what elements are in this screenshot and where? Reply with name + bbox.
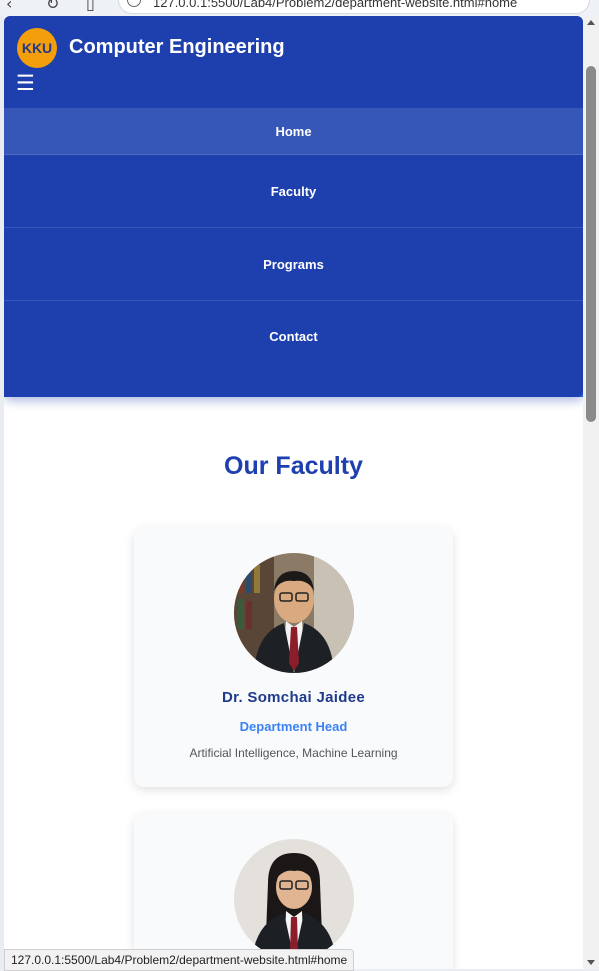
scroll-up-arrow-icon[interactable]: [587, 20, 595, 25]
nav-item-programs[interactable]: Programs: [4, 228, 583, 301]
faculty-card: [134, 813, 453, 969]
page-scrollbar[interactable]: [583, 16, 599, 969]
nav-item-home[interactable]: Home: [4, 108, 583, 155]
faculty-role: Department Head: [239, 719, 348, 734]
nav-menu: Home Faculty Programs Contact: [4, 108, 583, 372]
address-bar-url: 127.0.0.1:5500/Lab4/Problem2/department-…: [153, 0, 518, 10]
logo-text: KKU: [21, 40, 53, 56]
faculty-name: Dr. Somchai Jaidee: [222, 689, 365, 706]
nav-item-label: Contact: [269, 329, 318, 344]
faculty-photo: [234, 553, 354, 673]
site-info-icon[interactable]: [127, 0, 141, 7]
site-title: Computer Engineering: [69, 36, 285, 58]
faculty-photo: [234, 839, 354, 959]
reload-icon[interactable]: ↻: [46, 0, 59, 13]
kku-logo: KKU: [17, 28, 57, 68]
faculty-card: Dr. Somchai Jaidee Department Head Artif…: [134, 527, 453, 787]
hamburger-icon[interactable]: ☰: [16, 72, 35, 94]
nav-item-label: Faculty: [270, 183, 317, 199]
scroll-down-arrow-icon[interactable]: [587, 960, 595, 965]
faculty-section-title: Our Faculty: [224, 452, 363, 480]
page-viewport: KKU Computer Engineering ☰ Home Faculty …: [4, 16, 583, 969]
back-arrow-icon[interactable]: ‹: [6, 0, 12, 13]
status-bar-link-preview: 127.0.0.1:5500/Lab4/Problem2/department-…: [4, 949, 355, 971]
nav-item-label: Programs: [263, 256, 324, 272]
nav-item-faculty[interactable]: Faculty: [4, 155, 583, 228]
address-bar[interactable]: 127.0.0.1:5500/Lab4/Problem2/department-…: [118, 0, 590, 14]
browser-toolbar: ‹ ↻ ▯ 127.0.0.1:5500/Lab4/Problem2/depar…: [0, 0, 599, 16]
nav-item-label: Home: [275, 123, 312, 139]
faculty-specialty: Artificial Intelligence, Machine Learnin…: [189, 746, 398, 760]
scrollbar-thumb[interactable]: [586, 66, 596, 422]
site-header: KKU Computer Engineering ☰ Home Faculty …: [4, 16, 583, 397]
nav-item-contact[interactable]: Contact: [4, 301, 583, 372]
split-tab-icon[interactable]: ▯: [86, 0, 95, 13]
